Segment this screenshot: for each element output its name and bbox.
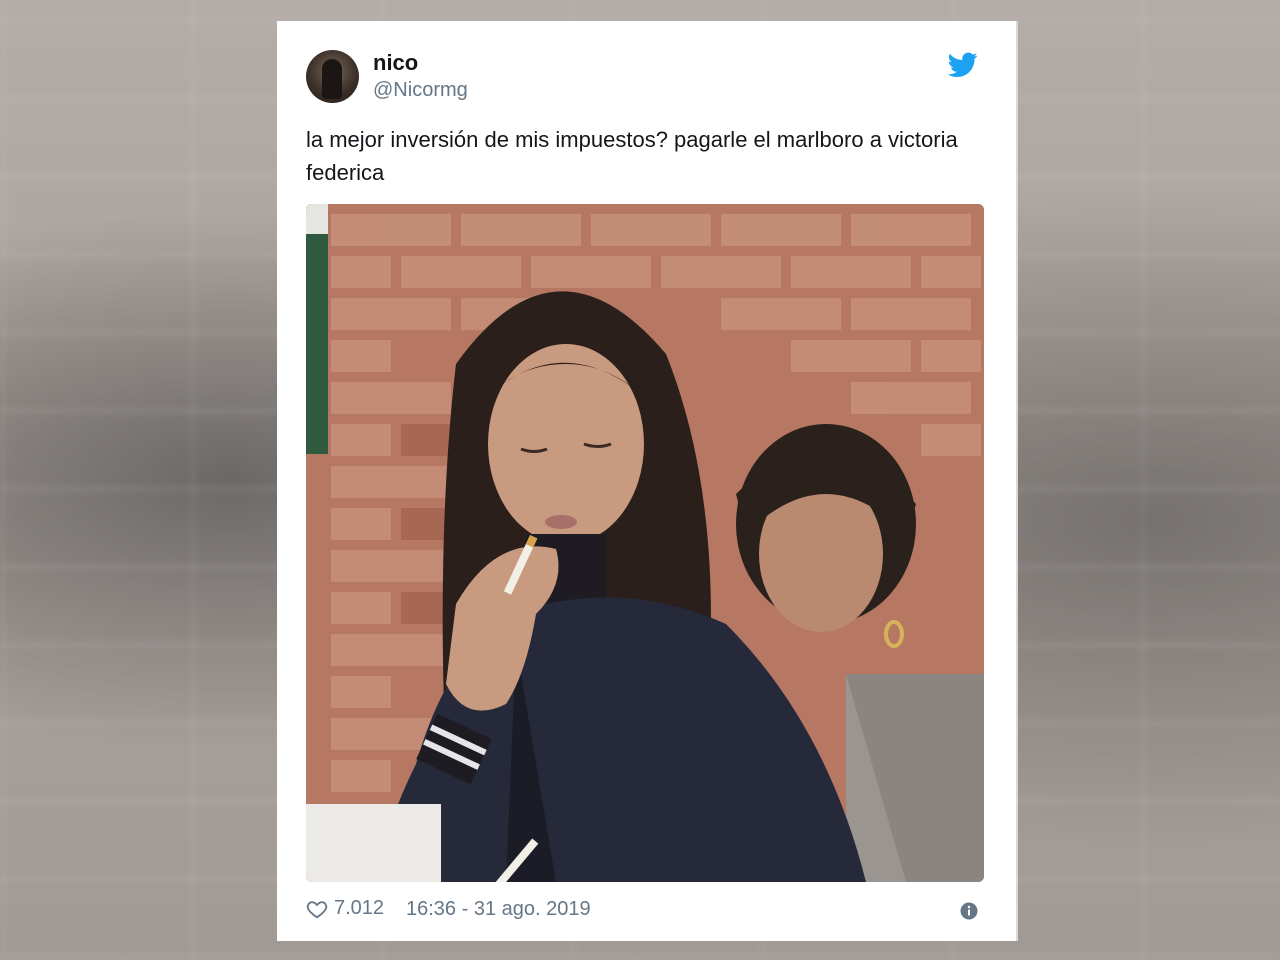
author-handle[interactable]: @Nicormg bbox=[373, 79, 468, 102]
tweet-header: nico @Nicormg bbox=[306, 50, 986, 106]
timestamp[interactable]: 16:36 - 31 ago. 2019 bbox=[406, 898, 591, 921]
photo-illustration bbox=[306, 204, 984, 882]
like-count: 7.012 bbox=[334, 897, 385, 919]
twitter-bird-icon[interactable] bbox=[948, 52, 978, 78]
info-icon[interactable] bbox=[960, 902, 978, 920]
tweet-footer: 7.012 16:36 - 31 ago. 2019 bbox=[306, 897, 986, 925]
heart-icon bbox=[306, 900, 328, 918]
tweet-photo[interactable] bbox=[306, 204, 984, 882]
tweet-text: la mejor inversión de mis impuestos? pag… bbox=[306, 127, 958, 185]
tweet-card: nico @Nicormg la mejor inversión de mis … bbox=[277, 21, 1018, 941]
like-button[interactable]: 7.012 bbox=[306, 897, 384, 920]
avatar[interactable] bbox=[306, 50, 359, 103]
author-name[interactable]: nico bbox=[373, 50, 418, 76]
